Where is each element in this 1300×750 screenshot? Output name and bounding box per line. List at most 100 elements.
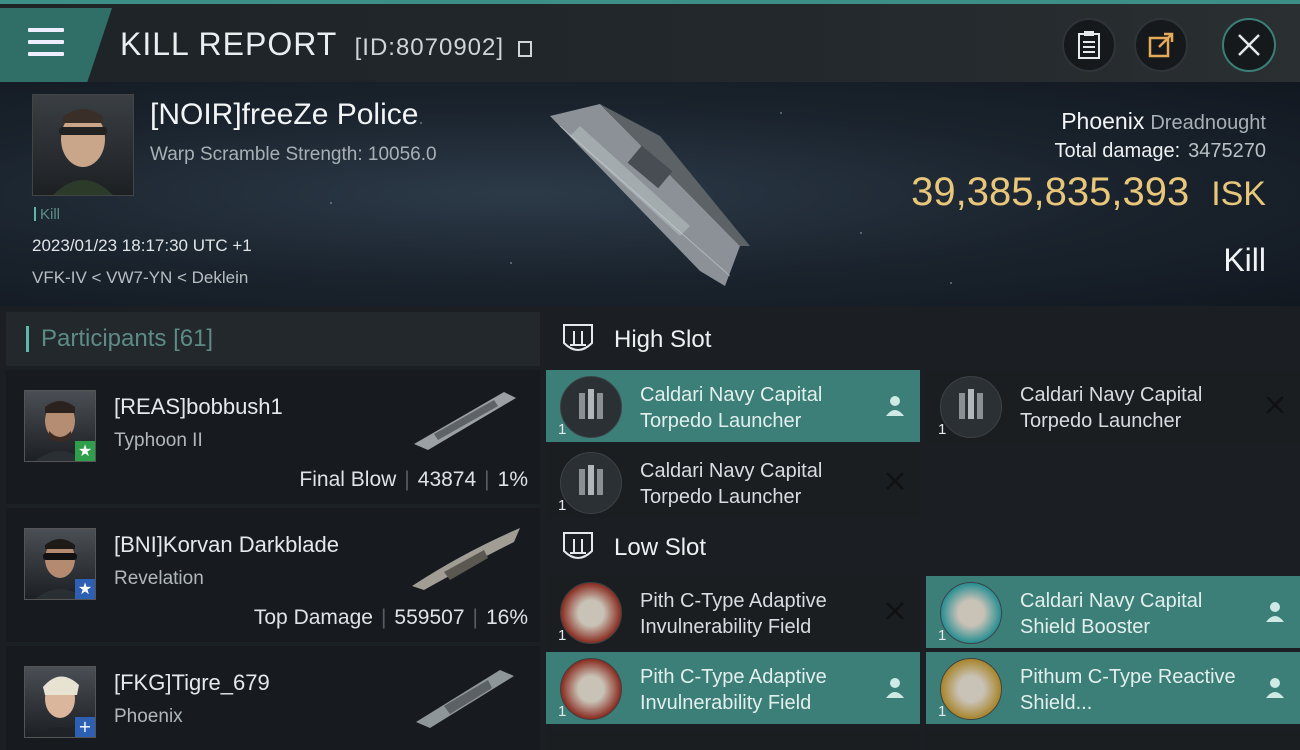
low-slot-header: Low Slot <box>546 520 706 576</box>
high-slot-label: High Slot <box>614 326 712 353</box>
title-text: KILL REPORT <box>120 26 337 62</box>
module-qty: 1 <box>558 703 567 720</box>
module-name: Pithum C-Type Reactive Shield... <box>1020 666 1236 714</box>
pilot-icon <box>1266 678 1284 698</box>
standing-badge: ★ <box>75 579 95 599</box>
total-damage: Total damage: 3475270 <box>1054 140 1266 163</box>
participant-ship: Typhoon II <box>114 430 203 451</box>
victim-name[interactable]: [NOIR]freeZe Police <box>150 98 418 132</box>
high-slot-icon <box>563 324 593 351</box>
total-damage-value: 3475270 <box>1188 140 1266 162</box>
total-damage-label: Total damage: <box>1054 140 1181 162</box>
destroyed-icon <box>886 472 904 490</box>
close-button[interactable] <box>1222 18 1276 72</box>
module-name: Pith C-Type Adaptive Invulnerability Fie… <box>640 666 827 714</box>
module-item[interactable]: 1 Pithum C-Type Reactive Shield... <box>926 652 1300 724</box>
reactive-shield-icon <box>940 658 1002 720</box>
kill-datetime: 2023/01/23 18:17:30 UTC +1 <box>32 236 252 255</box>
participant-name: [BNI]Korvan Darkblade <box>114 532 339 557</box>
module-item[interactable]: 1 Caldari Navy Capital Torpedo Launcher <box>546 446 920 518</box>
participant-name: [FKG]Tigre_679 <box>114 670 270 695</box>
participant-ship-image <box>412 528 520 590</box>
participant-row[interactable]: ★ [REAS]bobbush1 Typhoon II Final Blow | 4… <box>6 370 540 504</box>
participants-count: [61] <box>173 325 214 352</box>
module-name: Caldari Navy Capital Torpedo Launcher <box>640 460 823 508</box>
participant-row[interactable]: ★ [BNI]Korvan Darkblade Revelation Top D… <box>6 508 540 642</box>
module-name: Caldari Navy Capital Shield Booster <box>1020 590 1203 638</box>
participants-panel: Participants [61] ★ [REAS]bobbush1 Typho… <box>6 312 540 750</box>
menu-icon-bar <box>28 52 64 56</box>
kill-id: [ID:8070902] <box>354 34 505 61</box>
destroyed-icon <box>1266 396 1284 414</box>
module-item[interactable]: 1 Caldari Navy Capital Torpedo Launcher <box>926 370 1300 442</box>
isk-value: 39,385,835,393 ISK <box>911 170 1266 215</box>
kill-location[interactable]: VFK-IV < VW7-YN < Deklein <box>32 268 248 288</box>
pilot-icon <box>1266 602 1284 622</box>
participant-name: [REAS]bobbush1 <box>114 394 283 419</box>
victim-header: [NOIR]freeZe Police Warp Scramble Streng… <box>0 82 1300 306</box>
ship-class: Dreadnought <box>1150 112 1266 134</box>
pilot-portrait-icon <box>53 109 113 195</box>
fitting-panel: High Slot 1 Caldari Navy Capital Torpedo… <box>546 312 1300 750</box>
participant-row[interactable]: + [FKG]Tigre_679 Phoenix <box>6 646 540 750</box>
participant-role: Top Damage <box>253 606 373 629</box>
participant-stats: Top Damage | 559507 | 16% <box>253 606 528 629</box>
high-slot-header: High Slot <box>546 312 711 368</box>
kill-result: Kill <box>1223 242 1266 278</box>
module-qty: 1 <box>558 421 567 438</box>
torpedo-launcher-icon <box>560 376 622 438</box>
share-button[interactable] <box>1134 18 1188 72</box>
participants-header[interactable]: Participants [61] <box>6 312 540 366</box>
module-name: Caldari Navy Capital Torpedo Launcher <box>1020 384 1203 432</box>
participant-ship-image <box>414 392 516 450</box>
participant-percent: 1% <box>497 468 528 491</box>
low-slot-label: Low Slot <box>614 534 707 561</box>
kill-tag: Kill <box>34 206 60 223</box>
module-item[interactable]: 1 Caldari Navy Capital Torpedo Launcher <box>546 370 920 442</box>
isk-unit: ISK <box>1211 175 1266 213</box>
module-item-partial[interactable] <box>926 730 1300 750</box>
module-qty: 1 <box>938 703 947 720</box>
share-icon <box>1148 32 1174 58</box>
module-qty: 1 <box>558 497 567 514</box>
participant-ship: Phoenix <box>114 706 183 727</box>
victim-ship[interactable]: Phoenix Dreadnought <box>1061 108 1266 135</box>
pilot-icon <box>886 396 904 416</box>
module-item[interactable]: 1 Caldari Navy Capital Shield Booster <box>926 576 1300 648</box>
low-slot-icon <box>563 532 593 559</box>
participant-avatar: ★ <box>24 390 96 462</box>
menu-icon <box>28 28 64 32</box>
module-name: Pith C-Type Adaptive Invulnerability Fie… <box>640 590 827 638</box>
participant-ship-image <box>416 670 514 728</box>
copy-icon[interactable] <box>517 41 532 57</box>
shield-field-icon <box>560 582 622 644</box>
module-name: Caldari Navy Capital Torpedo Launcher <box>640 384 823 432</box>
pilot-icon <box>886 678 904 698</box>
participant-avatar: + <box>24 666 96 738</box>
participant-percent: 16% <box>485 606 528 629</box>
ship-name: Phoenix <box>1061 108 1145 134</box>
shield-booster-icon <box>940 582 1002 644</box>
module-qty: 1 <box>938 627 947 644</box>
clipboard-icon <box>1078 31 1100 59</box>
standing-badge: + <box>75 717 95 737</box>
shield-field-icon <box>560 658 622 720</box>
participant-damage: 559507 <box>394 606 465 629</box>
destroyed-icon <box>886 602 904 620</box>
clipboard-button[interactable] <box>1062 18 1116 72</box>
title-bar: KILL REPORT [ID:8070902] <box>0 0 1300 82</box>
participant-avatar: ★ <box>24 528 96 600</box>
isk-amount: 39,385,835,393 <box>911 170 1190 214</box>
participant-ship: Revelation <box>114 568 204 589</box>
module-item[interactable]: 1 Pith C-Type Adaptive Invulnerability F… <box>546 576 920 648</box>
participants-label: Participants <box>41 325 167 352</box>
ship-image <box>550 104 750 286</box>
module-item-partial[interactable] <box>546 730 920 750</box>
warp-scramble-strength: Warp Scramble Strength: 10056.0 <box>150 144 437 165</box>
participant-damage: 43874 <box>417 468 477 491</box>
victim-avatar[interactable] <box>32 94 134 196</box>
close-icon <box>1238 34 1260 56</box>
menu-button[interactable] <box>0 8 112 82</box>
module-item[interactable]: 1 Pith C-Type Adaptive Invulnerability F… <box>546 652 920 724</box>
standing-badge: ★ <box>75 441 95 461</box>
